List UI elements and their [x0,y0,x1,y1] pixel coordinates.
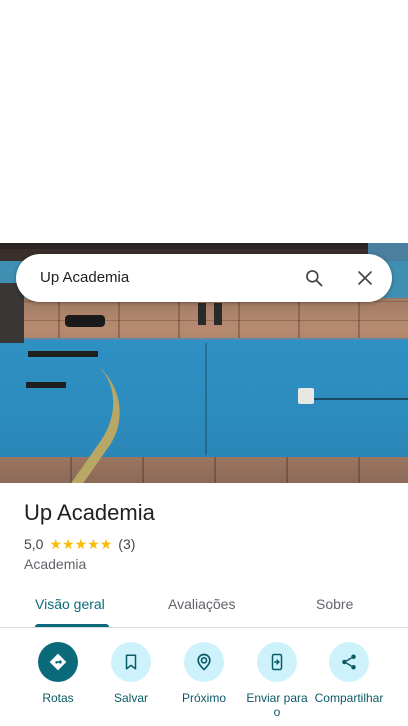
search-bar[interactable]: Up Academia [16,254,392,302]
search-icon[interactable] [304,268,324,288]
place-category: Academia [24,556,87,572]
photo-outlet [298,388,314,404]
star-icon: ★ [74,536,88,552]
tab-overview[interactable]: Visão geral [35,596,105,612]
directions-label: Rotas [42,691,74,705]
place-title: Up Academia [24,500,155,525]
tab-reviews[interactable]: Avaliações [168,596,235,612]
star-icon: ★ [62,536,75,552]
star-icon: ★ [49,536,63,552]
nearby-label: Próximo [181,691,226,705]
save-label: Salvar [113,691,148,705]
search-input[interactable]: Up Academia [40,269,129,286]
send-to-phone-icon [271,653,283,671]
share-label: Compartilhar [314,691,384,705]
nearby-button[interactable]: Próximo [164,642,244,705]
active-tab-indicator [35,624,109,627]
send-to-phone-button[interactable]: Enviar para o [237,642,317,719]
tab-bar: Visão geral Avaliações Sobre [0,590,408,628]
save-button[interactable]: Salvar [91,642,171,705]
send-to-phone-label: Enviar para o [246,691,308,719]
review-count[interactable]: (3) [118,536,135,552]
star-icon: ★ [99,536,113,552]
directions-button[interactable]: Rotas [18,642,98,705]
share-icon [342,654,356,670]
star-rating: ★ ★ ★ ★ ★ [49,537,112,551]
star-icon: ★ [87,536,100,552]
bookmark-icon [125,654,137,670]
directions-icon [49,653,67,671]
share-button[interactable]: Compartilhar [309,642,389,705]
close-icon[interactable] [356,269,374,287]
nearby-icon [197,653,211,671]
rating-value: 5,0 [24,536,44,552]
tab-about[interactable]: Sobre [316,596,353,612]
action-bar: Rotas Salvar Próximo Enviar para o Compa… [0,640,408,726]
rating-row[interactable]: 5,0 ★ ★ ★ ★ ★ (3) [24,536,135,552]
